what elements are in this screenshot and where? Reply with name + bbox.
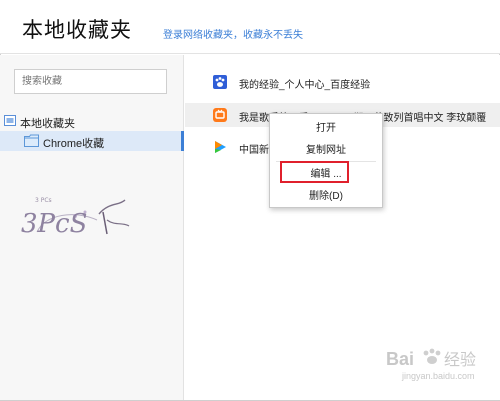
sidebar: 本地收藏夹 Chrome收藏 3 PCs 3PcS [0,55,184,400]
3pcs-logo-graphic: 3 PCs 3PcS [21,197,130,239]
context-menu-delete[interactable]: 删除(D) [270,188,382,206]
context-menu-divider [276,161,376,162]
tree-item-chrome-favorites[interactable]: Chrome收藏 [0,131,184,151]
tree-item-label: 本地收藏夹 [20,118,75,130]
tencent-video-icon [215,141,226,153]
logo-text: 3PcS [21,209,87,239]
favorites-box-icon [4,115,16,126]
login-network-favorites-link[interactable]: 登录网络收藏夹，收藏永不丢失 [163,26,303,41]
context-menu-copy-url[interactable]: 复制网址 [270,142,382,160]
tree-item-local-favorites[interactable]: 本地收藏夹 [0,112,184,130]
logo-small-text: 3 PCs [35,197,52,204]
tree-item-label: Chrome收藏 [43,138,105,150]
context-menu-open[interactable]: 打开 [270,120,382,138]
page-title: 本地收藏夹 [22,19,132,42]
folder-icon [24,134,39,147]
list-item[interactable]: 我的经验_个人中心_百度经验 [185,70,500,94]
context-menu-edit[interactable]: 编辑 ... [270,166,382,184]
bookmark-label: 我的经验_个人中心_百度经验 [239,80,371,91]
context-menu: 打开 复制网址 编辑 ... 删除(D) [269,113,383,208]
3pcs-logo: 3 PCs 3PcS [15,190,135,245]
search-input[interactable] [14,69,167,94]
mango-tv-icon [213,108,227,122]
baidu-paw-icon [213,75,227,89]
header: 本地收藏夹 登录网络收藏夹，收藏永不丢失 [0,0,500,54]
bookmark-list: 我的经验_个人中心_百度经验 我是歌手第四季20160122期：黄致列首唱中文 … [185,55,500,400]
